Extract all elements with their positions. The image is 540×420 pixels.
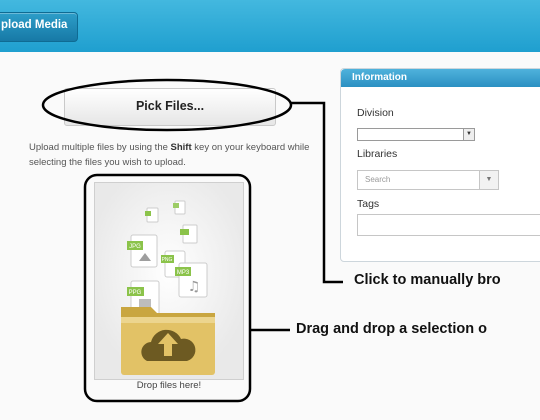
pick-callout-line [291, 101, 343, 284]
pick-files-highlight [41, 78, 293, 132]
annotation-overlay [41, 78, 343, 403]
pick-files-callout: Click to manually bro [354, 272, 501, 288]
drop-zone-highlight [83, 173, 252, 403]
drop-callout: Drag and drop a selection o [296, 321, 487, 337]
